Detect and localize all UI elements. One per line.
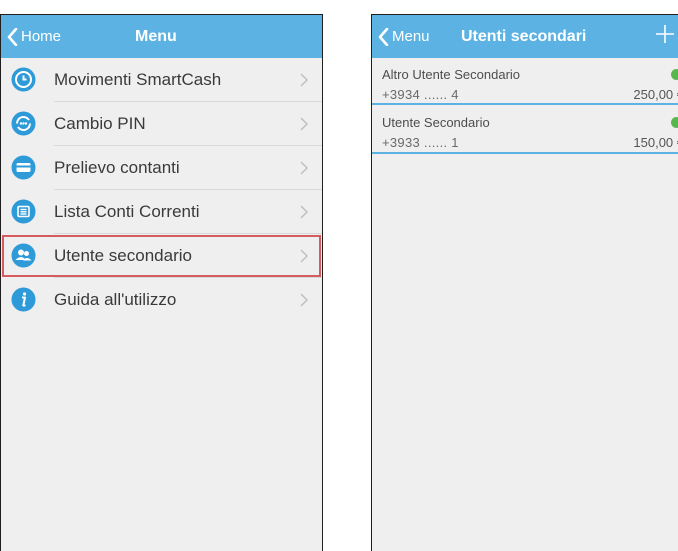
status-indicator [671, 69, 678, 80]
chevron-left-icon [7, 27, 18, 46]
page-title: Menu [135, 28, 177, 45]
back-button-home[interactable]: Home [7, 15, 61, 58]
users-icon [11, 243, 36, 268]
user-name: Altro Utente Secondario [382, 67, 521, 82]
chevron-right-icon [300, 73, 308, 87]
menu-label: Prelievo contanti [54, 158, 180, 177]
chevron-right-icon [300, 205, 308, 219]
menu-screen: Home Menu Movimenti SmartCash Cambio PIN… [0, 14, 323, 551]
menu-item-cambio-pin[interactable]: Cambio PIN [1, 102, 322, 146]
chevron-left-icon [378, 27, 389, 46]
menu-item-lista-conti[interactable]: Lista Conti Correnti [1, 190, 322, 234]
chevron-right-icon [300, 161, 308, 175]
pin-change-icon [11, 111, 36, 136]
user-phone: +3933 ...... 1 [382, 135, 459, 150]
navbar: Menu Utenti secondari [372, 15, 678, 58]
divider [372, 103, 678, 105]
chevron-right-icon [300, 293, 308, 307]
back-label: Menu [392, 28, 430, 45]
list-item[interactable]: Utente Secondario +3933 ...... 1 150,00 … [372, 106, 678, 154]
secondary-user-list: Altro Utente Secondario +3934 ...... 4 2… [372, 58, 678, 154]
info-icon [11, 287, 36, 312]
chevron-right-icon [300, 249, 308, 263]
list-item[interactable]: Altro Utente Secondario +3934 ...... 4 2… [372, 58, 678, 105]
user-name: Utente Secondario [382, 115, 490, 130]
user-amount: 250,00 € [633, 87, 678, 102]
chevron-right-icon [300, 117, 308, 131]
menu-item-utente-secondario[interactable]: Utente secondario [1, 234, 322, 278]
menu-label: Lista Conti Correnti [54, 202, 200, 221]
menu-label: Cambio PIN [54, 114, 146, 133]
plus-icon[interactable] [654, 23, 676, 45]
back-button-menu[interactable]: Menu [378, 15, 430, 58]
user-amount: 150,00 € [633, 135, 678, 150]
secondary-users-screen: Menu Utenti secondari Altro Utente Secon… [371, 14, 678, 551]
menu-item-movimenti[interactable]: Movimenti SmartCash [1, 58, 322, 102]
back-label: Home [21, 28, 62, 45]
menu-label: Utente secondario [54, 246, 192, 265]
clock-icon [11, 67, 36, 92]
card-icon [11, 155, 36, 180]
user-phone: +3934 ...... 4 [382, 87, 459, 102]
navbar: Home Menu [1, 15, 322, 58]
menu-label: Movimenti SmartCash [54, 70, 222, 89]
page-title: Utenti secondari [461, 28, 587, 45]
menu-label: Guida all'utilizzo [54, 290, 177, 309]
menu-item-guida[interactable]: Guida all'utilizzo [1, 278, 322, 322]
status-indicator [671, 117, 678, 128]
menu-list: Movimenti SmartCash Cambio PIN Prelievo … [1, 58, 322, 322]
menu-item-prelievo[interactable]: Prelievo contanti [1, 146, 322, 190]
divider [372, 152, 678, 154]
list-icon [11, 199, 36, 224]
